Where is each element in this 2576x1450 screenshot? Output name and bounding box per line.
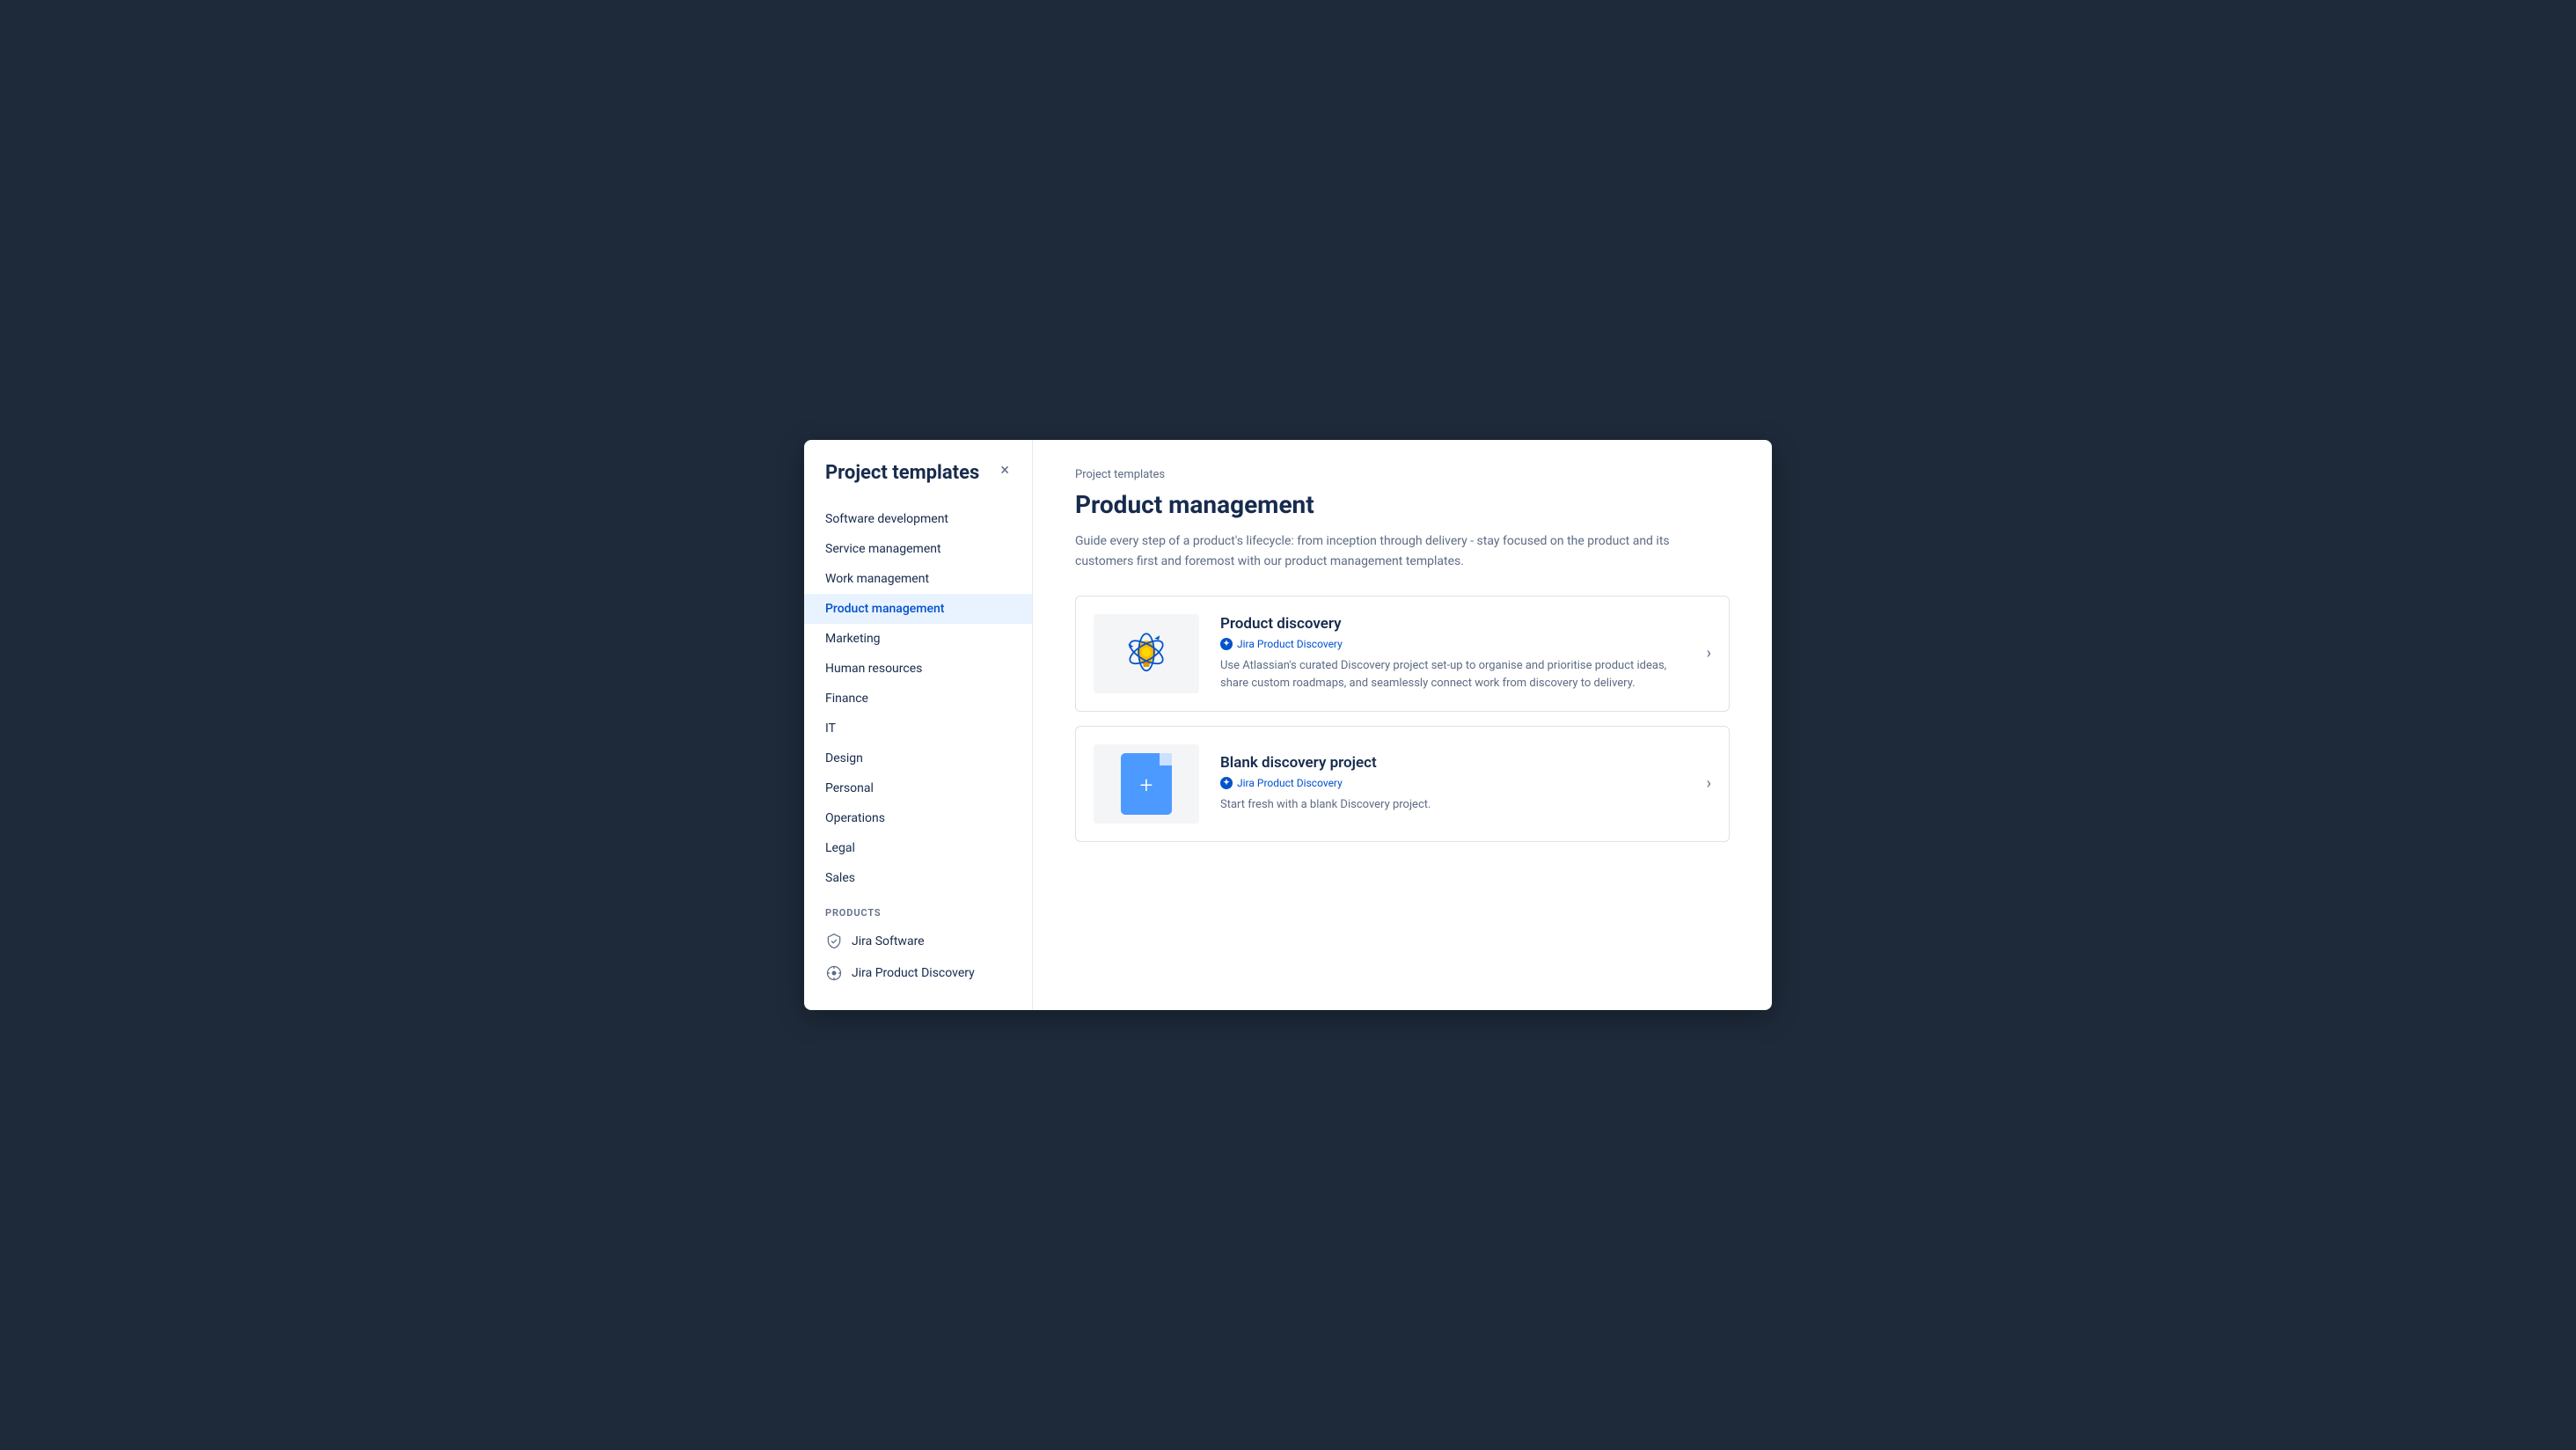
template-card-blank-discovery[interactable]: + Blank discovery project ✦ Jira Product… xyxy=(1075,726,1730,842)
chevron-right-icon: › xyxy=(1707,644,1711,663)
sidebar-item-service-management[interactable]: Service management xyxy=(804,534,1032,564)
close-icon[interactable]: × xyxy=(999,461,1011,480)
sidebar-item-software-development[interactable]: Software development xyxy=(804,504,1032,534)
page-title: Product management xyxy=(1075,490,1730,519)
nav-list: Software developmentService managementWo… xyxy=(804,504,1032,893)
sidebar-item-marketing[interactable]: Marketing xyxy=(804,624,1032,654)
sidebar-item-product-management[interactable]: Product management xyxy=(804,594,1032,624)
sidebar-header: Project templates × xyxy=(804,461,1032,504)
sidebar-item-work-management[interactable]: Work management xyxy=(804,564,1032,594)
chevron-right-icon: › xyxy=(1707,774,1711,793)
templates-list: Product discovery ✦ Jira Product Discove… xyxy=(1075,596,1730,842)
template-product-badge: ✦ Jira Product Discovery xyxy=(1220,638,1693,650)
sidebar-title: Project templates xyxy=(825,461,979,487)
sidebar-item-human-resources[interactable]: Human resources xyxy=(804,654,1032,684)
template-product-badge: ✦ Jira Product Discovery xyxy=(1220,777,1693,789)
product-item-jira-software[interactable]: Jira Software xyxy=(804,926,1032,957)
template-icon-blank-discovery: + xyxy=(1094,744,1199,824)
product-label: Jira Product Discovery xyxy=(852,966,975,980)
template-name: Blank discovery project xyxy=(1220,754,1693,772)
template-icon-product-discovery xyxy=(1094,614,1199,693)
sidebar-item-legal[interactable]: Legal xyxy=(804,833,1032,863)
template-name: Product discovery xyxy=(1220,615,1693,633)
sidebar-item-operations[interactable]: Operations xyxy=(804,803,1032,833)
page-description: Guide every step of a product's lifecycl… xyxy=(1075,531,1730,571)
template-card-product-discovery[interactable]: Product discovery ✦ Jira Product Discove… xyxy=(1075,596,1730,712)
template-info-product-discovery: Product discovery ✦ Jira Product Discove… xyxy=(1220,615,1693,692)
sidebar-item-design[interactable]: Design xyxy=(804,743,1032,773)
project-templates-modal: Project templates × Software development… xyxy=(804,440,1772,1010)
sidebar: Project templates × Software development… xyxy=(804,440,1033,1010)
main-content: Project templates Product management Gui… xyxy=(1033,440,1772,1010)
product-item-jira-product-discovery[interactable]: Jira Product Discovery xyxy=(804,957,1032,989)
product-badge-dot: ✦ xyxy=(1220,777,1233,789)
template-product-name: Jira Product Discovery xyxy=(1237,777,1343,789)
product-label: Jira Software xyxy=(852,934,925,948)
breadcrumb: Project templates xyxy=(1075,468,1730,481)
products-list: Jira Software Jira Product Discovery xyxy=(804,926,1032,989)
template-product-name: Jira Product Discovery xyxy=(1237,638,1343,650)
products-section-label: PRODUCTS xyxy=(804,893,1032,926)
sidebar-item-it[interactable]: IT xyxy=(804,714,1032,743)
sidebar-item-personal[interactable]: Personal xyxy=(804,773,1032,803)
template-description: Start fresh with a blank Discovery proje… xyxy=(1220,796,1693,814)
sidebar-item-finance[interactable]: Finance xyxy=(804,684,1032,714)
template-description: Use Atlassian's curated Discovery projec… xyxy=(1220,657,1693,692)
product-badge-dot: ✦ xyxy=(1220,638,1233,650)
template-info-blank-discovery: Blank discovery project ✦ Jira Product D… xyxy=(1220,754,1693,814)
sidebar-item-sales[interactable]: Sales xyxy=(804,863,1032,893)
